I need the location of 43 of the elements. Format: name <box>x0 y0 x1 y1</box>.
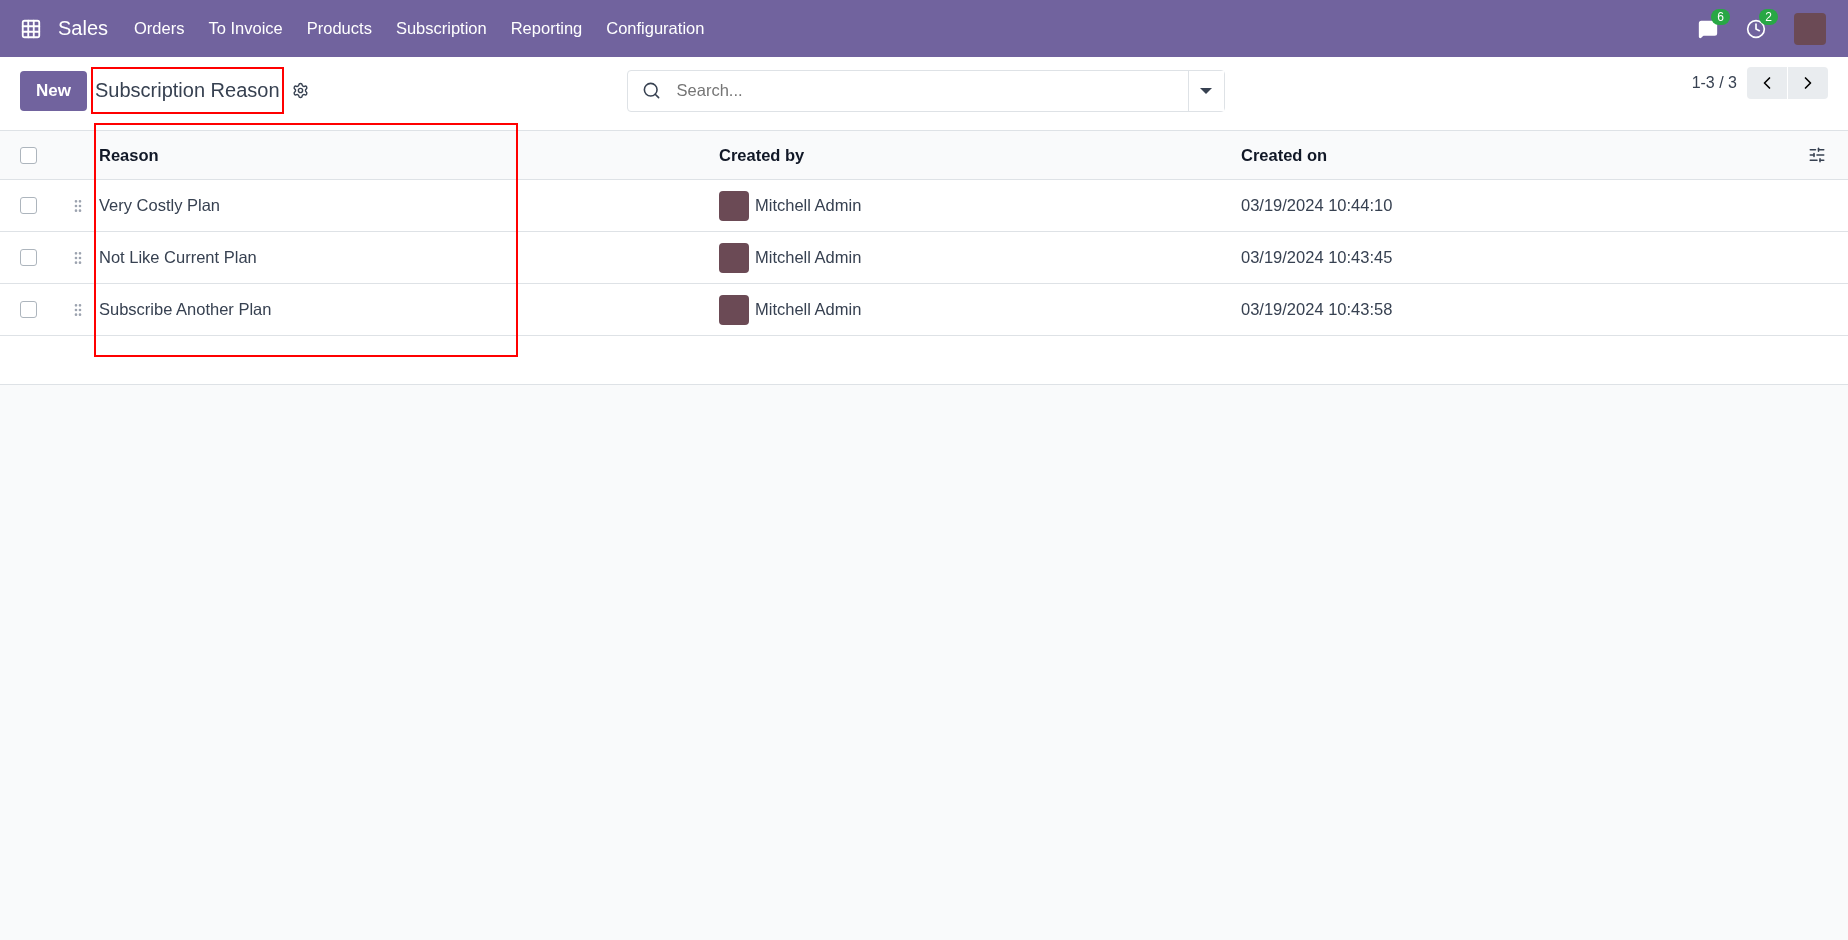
pager-text: 1-3 / 3 <box>1691 74 1737 92</box>
date-cell: 03/19/2024 10:43:45 <box>1241 248 1393 267</box>
reason-cell: Not Like Current Plan <box>99 248 257 267</box>
user-avatar <box>719 294 749 325</box>
next-button[interactable] <box>1788 67 1828 99</box>
creator-cell: Mitchell Admin <box>755 196 862 215</box>
message-count-badge: 6 <box>1711 8 1730 25</box>
column-header[interactable]: Reason <box>99 145 159 165</box>
user-avatar <box>719 190 749 221</box>
row-checkbox[interactable] <box>20 197 37 214</box>
menu-item[interactable]: Configuration <box>594 19 717 38</box>
column-header[interactable]: Created on <box>1241 145 1328 165</box>
activity-icon[interactable] <box>1746 18 1766 39</box>
creator-cell: Mitchell Admin <box>755 248 862 267</box>
row-checkbox[interactable] <box>20 301 37 318</box>
app-name[interactable]: Sales <box>58 17 109 40</box>
user-avatar[interactable] <box>1794 12 1826 45</box>
date-cell: 03/19/2024 10:43:58 <box>1241 300 1393 319</box>
new-button[interactable]: New <box>20 70 87 111</box>
search-icon <box>641 81 661 100</box>
reason-cell: Subscribe Another Plan <box>99 300 272 319</box>
previous-button[interactable] <box>1747 67 1787 99</box>
menu-item[interactable]: Products <box>294 19 384 38</box>
user-avatar <box>719 242 749 273</box>
column-settings-icon[interactable] <box>1808 146 1826 164</box>
menu-item[interactable]: Subscription <box>383 19 499 38</box>
settings-icon[interactable] <box>291 82 309 99</box>
page-title: Subscription Reason <box>90 67 284 114</box>
search-input[interactable]: Search... <box>674 80 1188 101</box>
search-options-button[interactable] <box>1187 70 1224 111</box>
menu-item[interactable]: Reporting <box>498 19 595 38</box>
chat-icon[interactable] <box>1698 18 1718 39</box>
menu-item[interactable]: To Invoice <box>196 19 295 38</box>
reason-cell: Very Costly Plan <box>99 196 221 215</box>
date-cell: 03/19/2024 10:44:10 <box>1241 196 1393 215</box>
app-grid-icon[interactable] <box>20 17 42 40</box>
search-field[interactable]: Search... <box>626 69 1225 112</box>
activity-count-badge: 2 <box>1759 8 1778 25</box>
creator-cell: Mitchell Admin <box>755 300 862 319</box>
row-checkbox[interactable] <box>20 249 37 266</box>
column-header[interactable]: Created by <box>719 145 805 165</box>
menu-item[interactable]: Orders <box>122 19 197 38</box>
select-all-checkbox[interactable] <box>20 146 37 164</box>
